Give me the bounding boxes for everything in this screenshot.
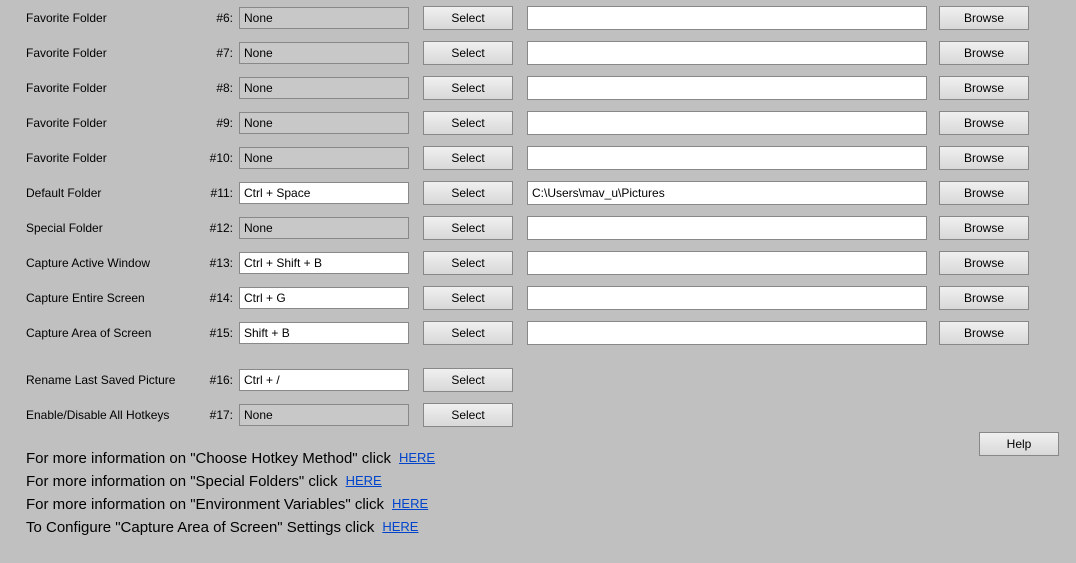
config-row: Capture Area of Screen#15: Select Browse xyxy=(0,315,1076,350)
hotkey-input[interactable] xyxy=(239,252,409,274)
hotkey-input[interactable] xyxy=(239,77,409,99)
path-input[interactable] xyxy=(527,111,927,135)
row-label: Favorite Folder xyxy=(26,81,201,95)
row-number: #16: xyxy=(201,373,239,387)
select-button[interactable]: Select xyxy=(423,41,513,65)
path-input[interactable] xyxy=(527,6,927,30)
select-button[interactable]: Select xyxy=(423,111,513,135)
info-link[interactable]: HERE xyxy=(346,473,382,488)
select-button[interactable]: Select xyxy=(423,251,513,275)
select-button[interactable]: Select xyxy=(423,6,513,30)
browse-button[interactable]: Browse xyxy=(939,41,1029,65)
config-row: Favorite Folder#8: Select Browse xyxy=(0,70,1076,105)
path-input[interactable] xyxy=(527,251,927,275)
select-button[interactable]: Select xyxy=(423,181,513,205)
info-text: For more information on "Special Folders… xyxy=(26,473,338,490)
config-row: Favorite Folder#9: Select Browse xyxy=(0,105,1076,140)
row-number: #13: xyxy=(201,256,239,270)
row-number: #15: xyxy=(201,326,239,340)
config-row: Enable/Disable All Hotkeys#17: Select xyxy=(0,397,1076,432)
info-line: For more information on "Choose Hotkey M… xyxy=(26,450,1076,467)
hotkey-input[interactable] xyxy=(239,369,409,391)
browse-button[interactable]: Browse xyxy=(939,216,1029,240)
info-link[interactable]: HERE xyxy=(392,496,428,511)
row-label: Default Folder xyxy=(26,186,201,200)
path-input[interactable] xyxy=(527,286,927,310)
hotkey-input[interactable] xyxy=(239,404,409,426)
info-text: To Configure "Capture Area of Screen" Se… xyxy=(26,519,374,536)
row-number: #17: xyxy=(201,408,239,422)
select-button[interactable]: Select xyxy=(423,321,513,345)
hotkey-input[interactable] xyxy=(239,182,409,204)
select-button[interactable]: Select xyxy=(423,216,513,240)
row-label: Favorite Folder xyxy=(26,46,201,60)
config-row: Favorite Folder#10: Select Browse xyxy=(0,140,1076,175)
row-number: #14: xyxy=(201,291,239,305)
config-row: Capture Active Window#13: Select Browse xyxy=(0,245,1076,280)
info-text: For more information on "Environment Var… xyxy=(26,496,384,513)
row-label: Enable/Disable All Hotkeys xyxy=(26,408,201,422)
path-input[interactable] xyxy=(527,41,927,65)
browse-button[interactable]: Browse xyxy=(939,286,1029,310)
row-label: Capture Active Window xyxy=(26,256,201,270)
row-number: #7: xyxy=(201,46,239,60)
row-label: Rename Last Saved Picture xyxy=(26,373,201,387)
config-row: Favorite Folder#7: Select Browse xyxy=(0,35,1076,70)
info-line: For more information on "Environment Var… xyxy=(26,496,1076,513)
row-label: Favorite Folder xyxy=(26,151,201,165)
browse-button[interactable]: Browse xyxy=(939,321,1029,345)
select-button[interactable]: Select xyxy=(423,403,513,427)
hotkey-input[interactable] xyxy=(239,7,409,29)
hotkey-input[interactable] xyxy=(239,42,409,64)
help-button[interactable]: Help xyxy=(979,432,1059,456)
config-row: Default Folder#11: Select Browse xyxy=(0,175,1076,210)
select-button[interactable]: Select xyxy=(423,76,513,100)
path-input[interactable] xyxy=(527,146,927,170)
hotkey-input[interactable] xyxy=(239,112,409,134)
path-input[interactable] xyxy=(527,321,927,345)
row-number: #11: xyxy=(201,186,239,200)
config-row: Rename Last Saved Picture#16: Select xyxy=(0,362,1076,397)
row-label: Favorite Folder xyxy=(26,11,201,25)
row-label: Capture Area of Screen xyxy=(26,326,201,340)
info-line: To Configure "Capture Area of Screen" Se… xyxy=(26,519,1076,536)
path-input[interactable] xyxy=(527,76,927,100)
browse-button[interactable]: Browse xyxy=(939,111,1029,135)
browse-button[interactable]: Browse xyxy=(939,146,1029,170)
row-label: Favorite Folder xyxy=(26,116,201,130)
config-row: Special Folder#12: Select Browse xyxy=(0,210,1076,245)
row-label: Special Folder xyxy=(26,221,201,235)
info-link[interactable]: HERE xyxy=(399,450,435,465)
row-number: #6: xyxy=(201,11,239,25)
browse-button[interactable]: Browse xyxy=(939,6,1029,30)
row-number: #10: xyxy=(201,151,239,165)
browse-button[interactable]: Browse xyxy=(939,181,1029,205)
hotkey-input[interactable] xyxy=(239,322,409,344)
hotkey-input[interactable] xyxy=(239,287,409,309)
config-row: Capture Entire Screen#14: Select Browse xyxy=(0,280,1076,315)
row-number: #12: xyxy=(201,221,239,235)
row-number: #9: xyxy=(201,116,239,130)
select-button[interactable]: Select xyxy=(423,146,513,170)
browse-button[interactable]: Browse xyxy=(939,76,1029,100)
path-input[interactable] xyxy=(527,216,927,240)
select-button[interactable]: Select xyxy=(423,286,513,310)
select-button[interactable]: Select xyxy=(423,368,513,392)
path-input[interactable] xyxy=(527,181,927,205)
info-text: For more information on "Choose Hotkey M… xyxy=(26,450,391,467)
hotkey-input[interactable] xyxy=(239,147,409,169)
row-label: Capture Entire Screen xyxy=(26,291,201,305)
info-link[interactable]: HERE xyxy=(382,519,418,534)
hotkey-input[interactable] xyxy=(239,217,409,239)
browse-button[interactable]: Browse xyxy=(939,251,1029,275)
row-number: #8: xyxy=(201,81,239,95)
config-row: Favorite Folder#6: Select Browse xyxy=(0,0,1076,35)
info-line: For more information on "Special Folders… xyxy=(26,473,1076,490)
